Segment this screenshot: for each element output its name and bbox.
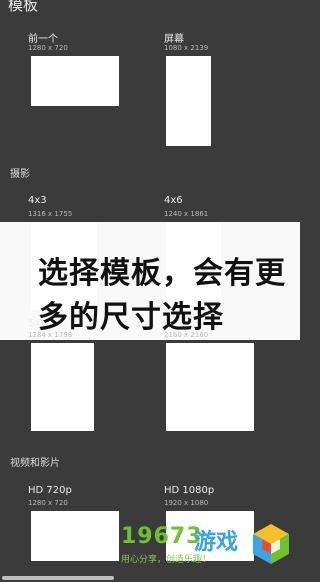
template-name: 屏幕 — [164, 34, 184, 45]
template-thumbnail[interactable] — [31, 511, 119, 561]
template-thumbnail[interactable] — [166, 56, 211, 146]
template-size: 1240 x 1861 — [164, 210, 209, 218]
template-thumbnail[interactable] — [166, 343, 254, 431]
section-title-video: 视频和影片 — [10, 458, 60, 469]
template-name: 前一个 — [28, 34, 58, 45]
template-size: 1316 x 1755 — [28, 210, 73, 218]
page-title: 模板 — [8, 0, 39, 14]
section-title-photography: 摄影 — [10, 169, 30, 180]
template-thumbnail[interactable] — [31, 56, 119, 106]
template-name: 5x — [28, 318, 41, 329]
template-size: 1080 x 2139 — [164, 44, 209, 52]
caption-line-1: 选择模板，会有更 — [38, 256, 286, 291]
site-watermark: 19673 游戏 用心分享，创造乐趣！ — [121, 522, 297, 582]
cube-logo-icon — [253, 524, 289, 564]
template-size: 2160 x 2160 — [164, 331, 209, 339]
template-name: 4x6 — [164, 195, 183, 206]
template-name: 4x3 — [28, 195, 47, 206]
watermark-slogan: 用心分享，创造乐趣！ — [121, 555, 212, 565]
template-name: HD 1080p — [164, 485, 215, 496]
template-size: 1284 x 1798 — [28, 331, 73, 339]
template-size: 1280 x 720 — [28, 44, 68, 52]
watermark-number: 19673 — [121, 524, 203, 549]
template-name: HD 720p — [28, 485, 72, 496]
template-size: 1280 x 720 — [28, 499, 68, 507]
template-size: 1920 x 1080 — [164, 499, 209, 507]
template-thumbnail[interactable] — [31, 343, 94, 431]
caption-line-2: 多的尺寸选择 — [38, 300, 224, 335]
scroll-indicator[interactable] — [2, 576, 114, 580]
